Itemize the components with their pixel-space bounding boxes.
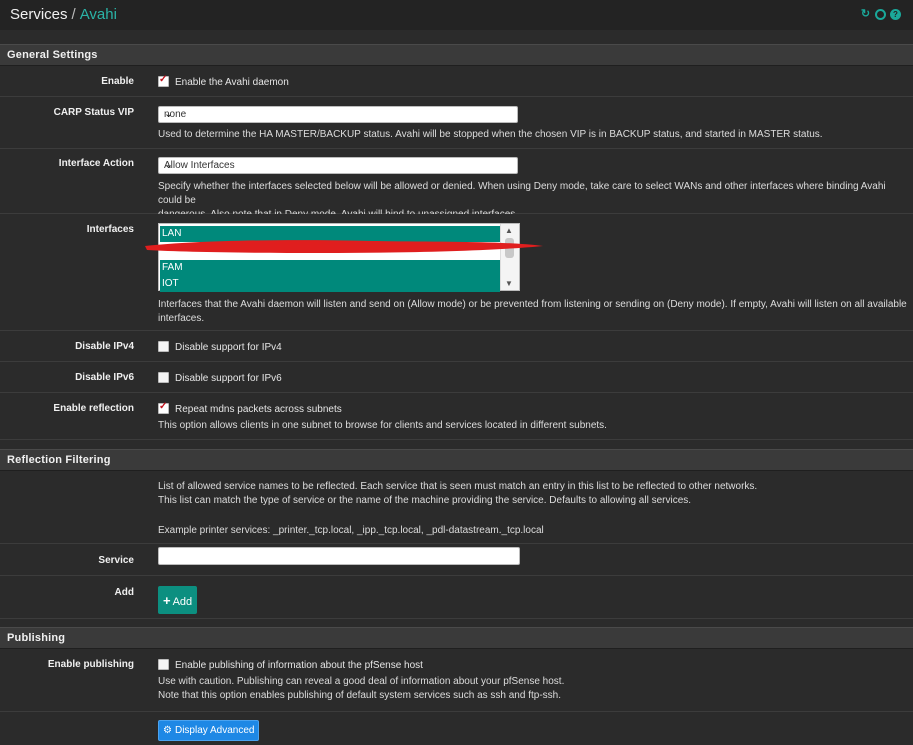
service-label: Service: [98, 555, 134, 566]
reload-icon[interactable]: ↻: [860, 9, 871, 20]
reflection-row: Enable reflection Repeat mdns packets ac…: [0, 393, 913, 440]
carp-help: Used to determine the HA MASTER/BACKUP s…: [158, 129, 823, 140]
display-advanced-label: Display Advanced: [174, 725, 255, 736]
reflection-desc-line1: List of allowed service names to be refl…: [158, 481, 758, 492]
add-label: Add: [114, 587, 134, 598]
interfaces-field: LAN FAM IOT ▲ ▼: [158, 223, 520, 292]
reflection-filtering-header: Reflection Filtering: [0, 449, 913, 471]
breadcrumb-section[interactable]: Services: [10, 6, 68, 23]
enable-row: Enable Enable the Avahi daemon: [0, 66, 913, 97]
reflection-checkbox[interactable]: [158, 401, 169, 414]
reflection-checkbox-label[interactable]: Repeat mdns packets across subnets: [175, 404, 342, 415]
enable-publishing-checkbox-label[interactable]: Enable publishing of information about t…: [175, 660, 423, 671]
breadcrumb-page[interactable]: Avahi: [80, 6, 117, 23]
add-button[interactable]: + Add: [158, 586, 198, 614]
display-advanced-button[interactable]: ⚙ Display Advanced: [158, 720, 260, 741]
interfaces-listbox[interactable]: LAN FAM IOT ▲ ▼: [158, 223, 520, 292]
interface-action-field: Allow Interfaces ⌄: [158, 157, 518, 174]
disable-ipv6-label: Disable IPv6: [75, 372, 134, 383]
enable-publishing-row: Enable publishing Enable publishing of i…: [0, 649, 913, 712]
reflection-desc-line2: This list can match the type of service …: [158, 495, 692, 506]
disable-ipv6-checkbox-label[interactable]: Disable support for IPv6: [175, 373, 282, 384]
publishing-title: Publishing: [7, 632, 66, 644]
plus-icon: +: [163, 593, 171, 608]
interface-action-label: Interface Action: [58, 158, 134, 169]
interfaces-help-line2: interfaces.: [158, 313, 205, 324]
reflection-example: Example printer services: _printer._tcp.…: [158, 525, 544, 536]
enable-label: Enable: [101, 76, 134, 87]
reflection-help: This option allows clients in one subnet…: [158, 420, 607, 431]
publishing-help-line2: Note that this option enables publishing…: [158, 690, 561, 701]
service-field: [158, 547, 520, 565]
scroll-up-icon[interactable]: ▲: [505, 226, 513, 235]
enable-publishing-label: Enable publishing: [47, 659, 134, 670]
breadcrumb-separator: /: [71, 6, 76, 23]
advanced-row: ⚙ Display Advanced: [0, 712, 913, 745]
disable-ipv6-row: Disable IPv6 Disable support for IPv6: [0, 362, 913, 393]
general-settings-header: General Settings: [0, 44, 913, 66]
service-row: Service: [0, 544, 913, 576]
top-bar: Services / Avahi ↻ ?: [0, 0, 913, 30]
interfaces-help-line1: Interfaces that the Avahi daemon will li…: [158, 299, 907, 310]
disable-ipv4-field: Disable support for IPv4: [158, 341, 282, 353]
header-icons: ↻ ?: [860, 9, 901, 20]
interfaces-help: Interfaces that the Avahi daemon will li…: [158, 298, 908, 326]
enable-publishing-field: Enable publishing of information about t…: [158, 659, 423, 671]
interface-action-row: Interface Action Allow Interfaces ⌄ Spec…: [0, 149, 913, 220]
interfaces-label: Interfaces: [86, 224, 134, 235]
advanced-field: ⚙ Display Advanced: [158, 720, 260, 741]
enable-field: Enable the Avahi daemon: [158, 74, 289, 88]
disable-ipv4-checkbox-label[interactable]: Disable support for IPv4: [175, 342, 282, 353]
disable-ipv6-field: Disable support for IPv6: [158, 372, 282, 384]
enable-publishing-checkbox[interactable]: [158, 659, 169, 670]
help-icon[interactable]: ?: [890, 9, 901, 20]
interface-option-fam[interactable]: FAM: [160, 260, 500, 276]
gear-icon: ⚙: [163, 725, 172, 736]
carp-field: none ⌄: [158, 106, 518, 123]
scroll-down-icon[interactable]: ▼: [505, 279, 513, 288]
reflection-filtering-title: Reflection Filtering: [7, 454, 111, 466]
service-input[interactable]: [158, 547, 520, 565]
disable-ipv6-checkbox[interactable]: [158, 372, 169, 383]
publishing-help: Use with caution. Publishing can reveal …: [158, 675, 908, 703]
redaction-mark: [145, 240, 543, 253]
interface-action-select[interactable]: Allow Interfaces ⌄: [158, 157, 518, 174]
disable-ipv4-label: Disable IPv4: [75, 341, 134, 352]
reflection-label: Enable reflection: [53, 403, 134, 414]
chevron-down-icon: ⌄: [164, 108, 174, 120]
interfaces-row: Interfaces LAN FAM IOT ▲ ▼ Interfaces th…: [0, 214, 913, 331]
interface-option-iot[interactable]: IOT: [160, 276, 500, 292]
disable-ipv4-row: Disable IPv4 Disable support for IPv4: [0, 331, 913, 362]
carp-status-select[interactable]: none ⌄: [158, 106, 518, 123]
disable-ipv4-checkbox[interactable]: [158, 341, 169, 352]
carp-label: CARP Status VIP: [53, 107, 134, 118]
reflection-field: Repeat mdns packets across subnets: [158, 401, 342, 415]
listbox-scrollbar[interactable]: ▲ ▼: [500, 224, 519, 290]
settings-circle-icon[interactable]: [875, 9, 886, 20]
publishing-header: Publishing: [0, 627, 913, 649]
publishing-help-line1: Use with caution. Publishing can reveal …: [158, 676, 565, 687]
reflection-filtering-desc-row: List of allowed service names to be refl…: [0, 471, 913, 544]
breadcrumb: Services / Avahi: [10, 6, 117, 23]
enable-checkbox[interactable]: [158, 74, 169, 87]
reflection-filtering-desc: List of allowed service names to be refl…: [158, 480, 908, 538]
chevron-down-icon: ⌄: [164, 159, 174, 171]
add-row: Add + Add: [0, 576, 913, 619]
interface-action-help-line1: Specify whether the interfaces selected …: [158, 181, 886, 206]
add-field: + Add: [158, 586, 198, 614]
general-settings-title: General Settings: [7, 49, 98, 61]
enable-checkbox-label[interactable]: Enable the Avahi daemon: [175, 77, 289, 88]
carp-row: CARP Status VIP none ⌄ Used to determine…: [0, 97, 913, 149]
add-button-label: Add: [172, 596, 193, 608]
